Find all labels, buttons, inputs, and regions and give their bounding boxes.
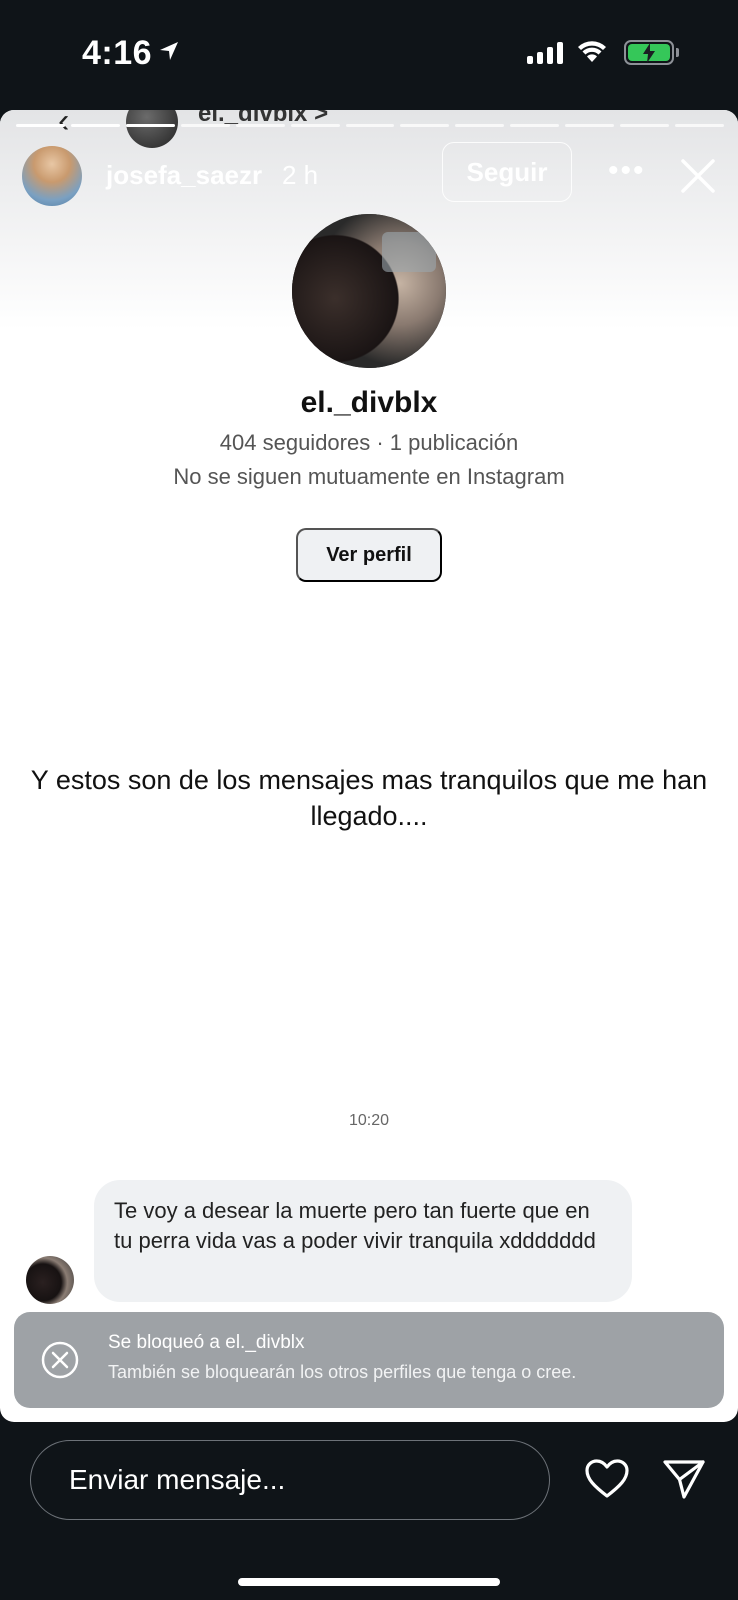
battery-icon <box>624 40 674 65</box>
view-profile-button[interactable]: Ver perfil <box>296 528 442 582</box>
profile-username: el._divblx <box>300 386 438 419</box>
progress-segment <box>235 124 285 127</box>
progress-segment <box>125 124 175 127</box>
message-placeholder: Enviar mensaje... <box>69 1464 286 1495</box>
story-card[interactable]: ‹ el._divblx > josefa_saezr 2 h Seguir •… <box>0 110 738 1422</box>
battery-cap <box>676 48 679 57</box>
status-time: 4:16 <box>82 34 153 72</box>
charging-bolt-icon <box>643 43 655 63</box>
profile-picture-detail <box>382 232 436 272</box>
story-caption: Y estos son de los mensajes mas tranquil… <box>30 765 708 831</box>
toast-subtitle: También se bloquearán los otros perfiles… <box>108 1362 577 1382</box>
blocked-toast[interactable]: Se bloqueó a el._divblx También se bloqu… <box>14 1312 724 1408</box>
progress-segment <box>675 124 724 127</box>
story-owner-username[interactable]: josefa_saezr <box>106 160 262 191</box>
progress-segment <box>16 124 65 127</box>
profile-stats: 404 seguidores · 1 publicación <box>219 430 519 455</box>
more-icon[interactable]: ••• <box>608 156 646 186</box>
progress-segment <box>290 124 340 127</box>
toast-title: Se bloqueó a el._divblx <box>108 1332 305 1353</box>
progress-segment <box>510 124 560 127</box>
story-owner-avatar[interactable] <box>22 146 82 206</box>
progress-segment <box>565 124 615 127</box>
status-bar: 4:16 <box>0 0 738 108</box>
wifi-icon <box>578 41 606 62</box>
close-icon[interactable] <box>680 158 716 194</box>
location-arrow-icon <box>160 42 178 60</box>
profile-picture[interactable] <box>292 214 446 368</box>
progress-segment <box>180 124 230 127</box>
message-input[interactable]: Enviar mensaje... <box>30 1440 550 1520</box>
profile-mutual-status: No se siguen mutuamente en Instagram <box>173 464 565 489</box>
home-indicator[interactable] <box>238 1578 500 1586</box>
cellular-signal-icon <box>527 42 563 64</box>
battery-level <box>628 43 670 63</box>
progress-segment <box>620 124 670 127</box>
close-circle-icon[interactable] <box>40 1340 80 1380</box>
progress-segment <box>400 124 450 127</box>
story-time-ago: 2 h <box>282 160 319 190</box>
story-header: josefa_saezr 2 h Seguir ••• <box>0 142 738 206</box>
progress-segment <box>455 124 505 127</box>
progress-segment <box>70 124 120 127</box>
chat-message-bubble: Te voy a desear la muerte pero tan fuert… <box>94 1180 632 1302</box>
avatar <box>26 1256 74 1304</box>
heart-icon[interactable] <box>584 1458 630 1500</box>
follow-button[interactable]: Seguir <box>442 142 572 202</box>
chat-timestamp: 10:20 <box>348 1112 390 1129</box>
story-progress-bar <box>16 124 724 127</box>
send-icon[interactable] <box>662 1458 706 1500</box>
progress-segment <box>345 124 395 127</box>
